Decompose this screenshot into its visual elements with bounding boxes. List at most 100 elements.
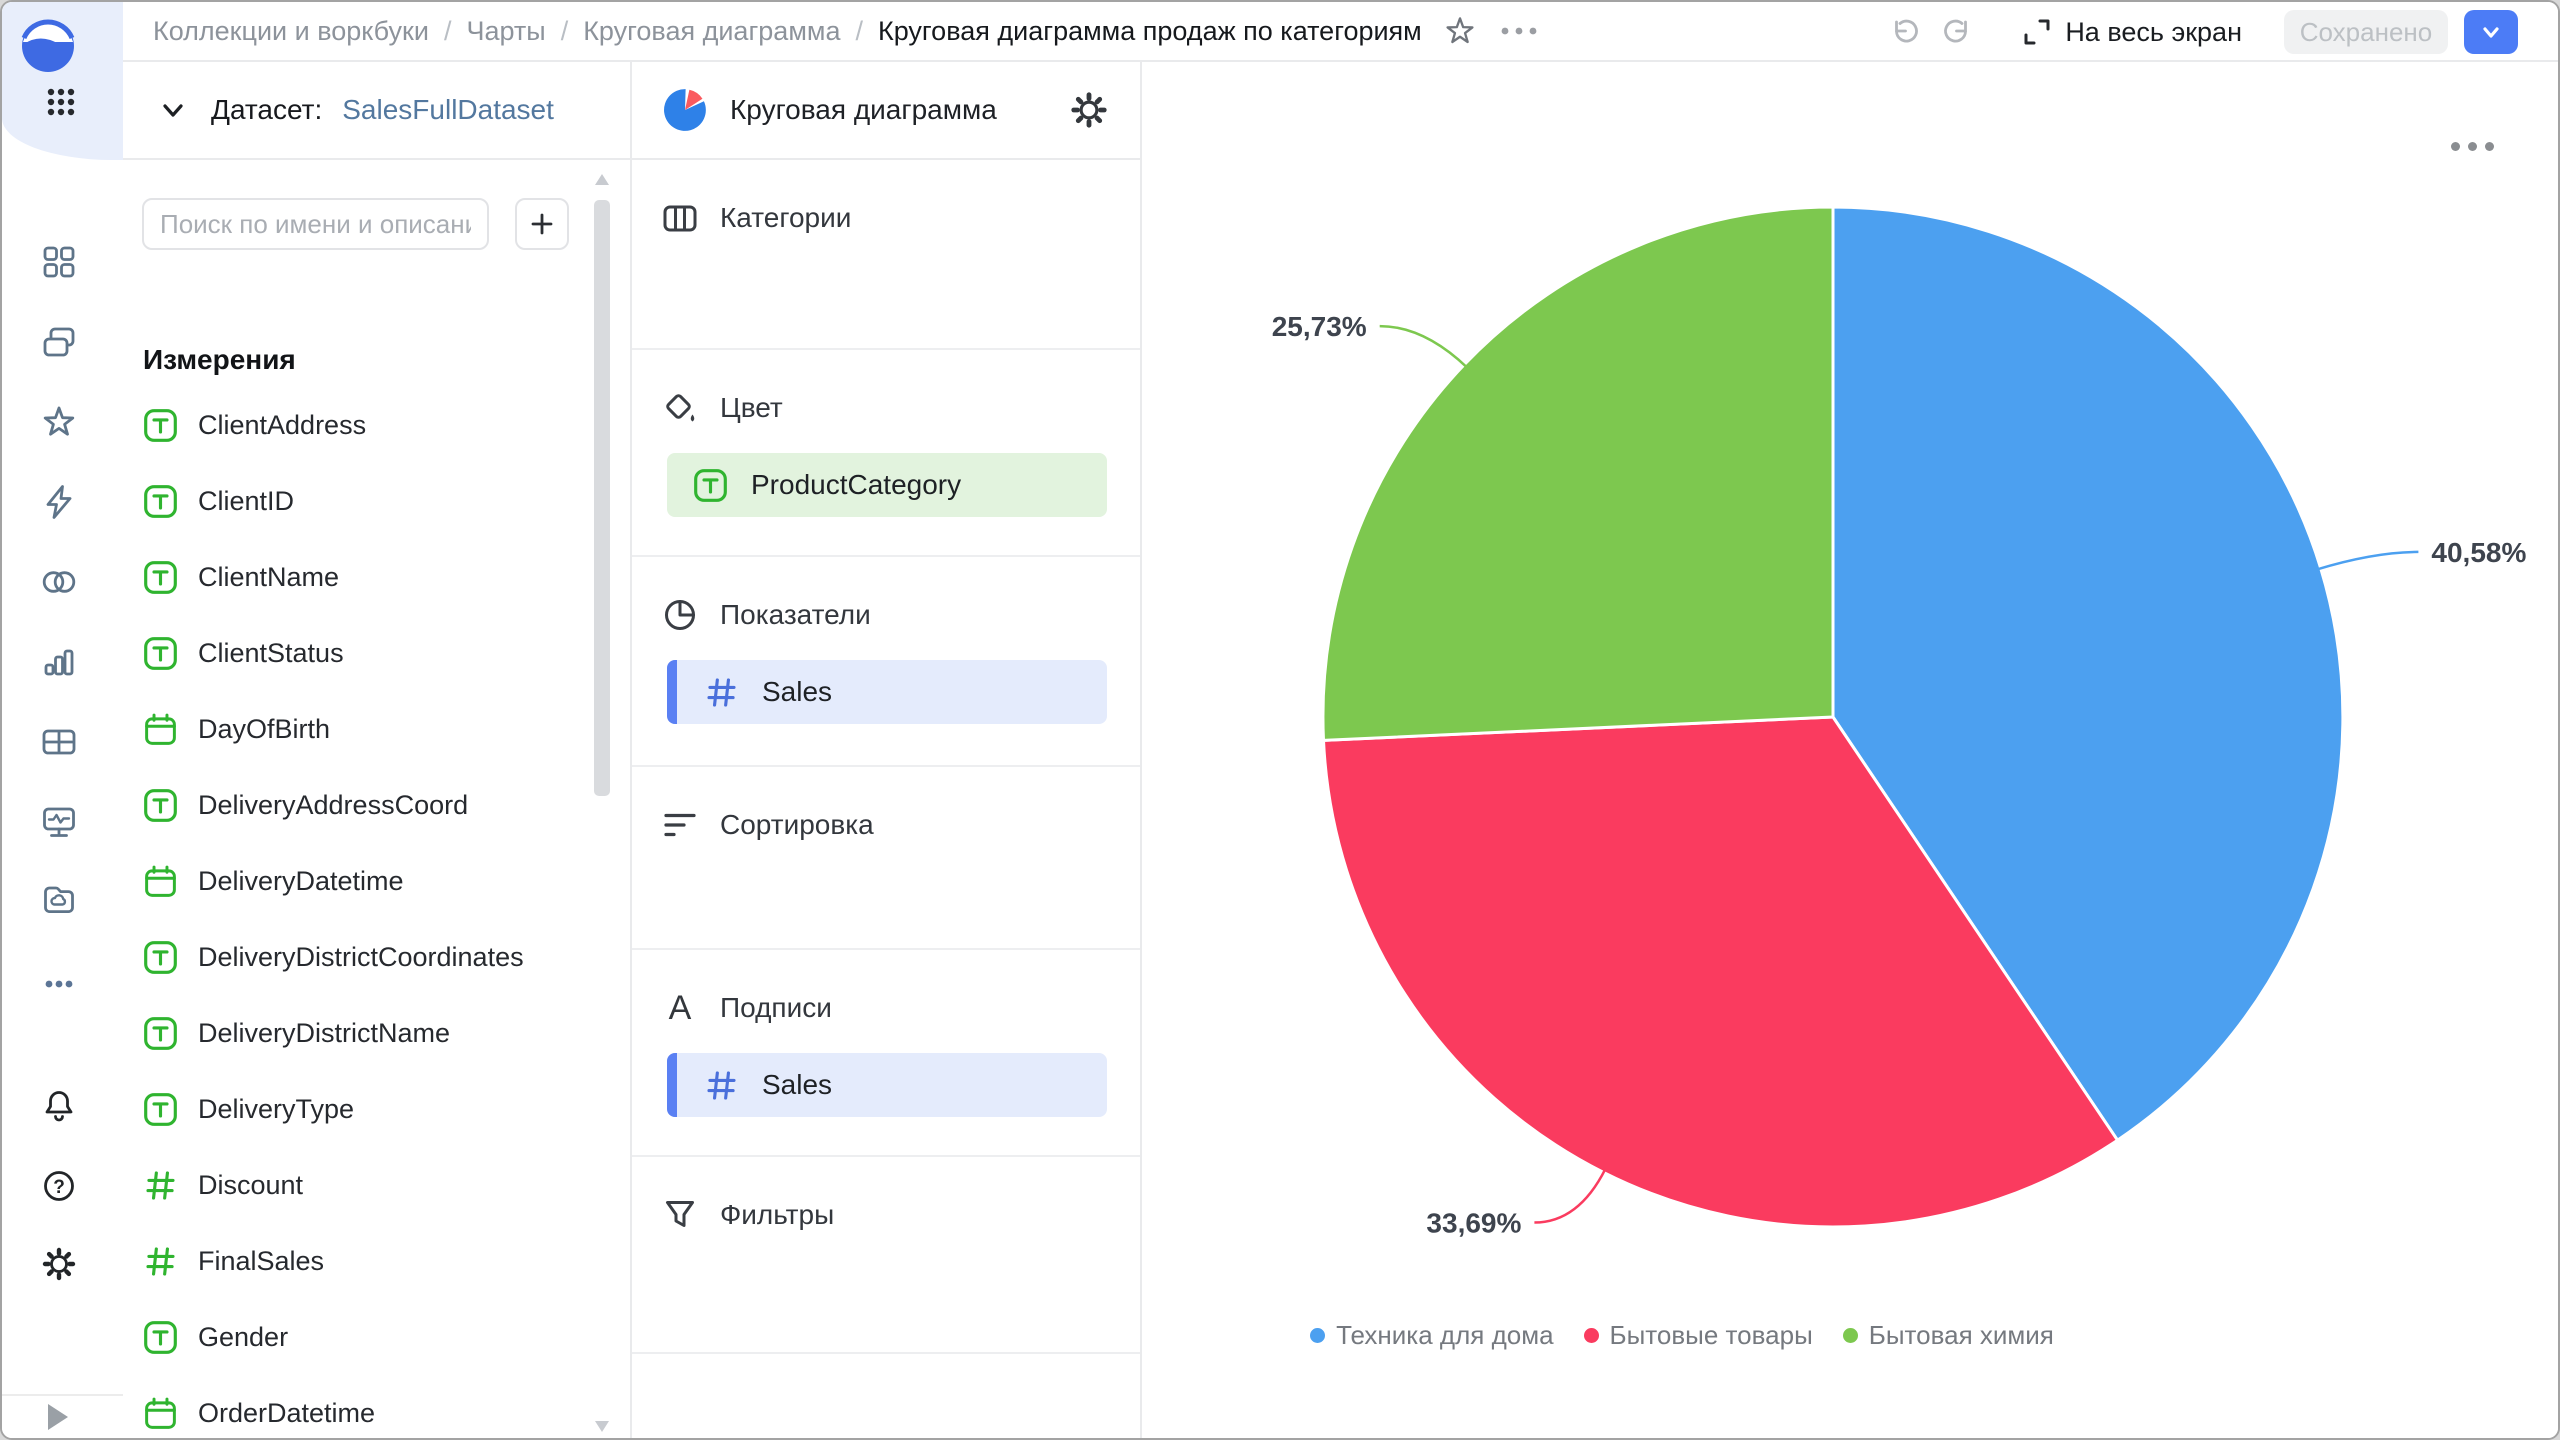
field-row[interactable]: DayOfBirth — [123, 691, 590, 767]
dataset-name-link[interactable]: SalesFullDataset — [342, 94, 554, 126]
notifications-bell-icon[interactable] — [39, 1086, 79, 1126]
dimensions-title: Измерения — [143, 344, 296, 376]
pie-chart: 40,58%33,69%25,73% — [1142, 62, 2560, 1440]
pie-chart-type-icon[interactable] — [662, 87, 708, 133]
field-name: Discount — [198, 1170, 303, 1201]
legend-item[interactable]: Бытовая химия — [1843, 1320, 2054, 1351]
legend-item[interactable]: Бытовые товары — [1584, 1320, 1813, 1351]
section-sort[interactable]: Сортировка — [632, 767, 1140, 950]
field-row[interactable]: DeliveryDistrictCoordinates — [123, 919, 590, 995]
number-field-icon — [703, 674, 740, 711]
rail-widgets-icon[interactable] — [39, 242, 79, 282]
help-icon[interactable]: ? — [39, 1166, 79, 1206]
undo-icon[interactable] — [1885, 14, 1921, 50]
scroll-up-icon[interactable] — [595, 174, 609, 185]
dataset-collapse-icon[interactable] — [157, 94, 189, 126]
section-filters[interactable]: Фильтры — [632, 1157, 1140, 1354]
rail-storage-icon[interactable] — [39, 880, 79, 920]
field-name: ClientStatus — [198, 638, 344, 669]
field-name: DeliveryDistrictName — [198, 1018, 450, 1049]
color-bucket-icon — [660, 388, 700, 428]
rail-favorites-icon[interactable] — [39, 402, 79, 442]
chart-legend: Техника для дома Бытовые товары Бытовая хи… — [1142, 1320, 2222, 1351]
field-search-input[interactable] — [142, 198, 489, 250]
fields-scrollbar[interactable] — [594, 174, 610, 1434]
svg-text:A: A — [669, 989, 692, 1027]
field-row[interactable]: DeliveryDatetime — [123, 843, 590, 919]
string-field-icon — [142, 483, 179, 520]
datalens-logo-icon[interactable] — [16, 14, 80, 78]
string-field-icon — [142, 1015, 179, 1052]
rail-quick-actions-icon[interactable] — [39, 482, 79, 522]
string-field-icon — [142, 1091, 179, 1128]
section-labels[interactable]: A Подписи Sales — [632, 950, 1140, 1157]
field-name: OrderDatetime — [198, 1398, 375, 1429]
measure-field-chip[interactable]: Sales — [667, 660, 1107, 724]
breadcrumb-more-icon[interactable] — [1498, 25, 1540, 37]
redo-icon[interactable] — [1941, 14, 1977, 50]
settings-gear-icon[interactable] — [39, 1244, 79, 1284]
fullscreen-icon[interactable] — [2019, 14, 2055, 50]
legend-marker — [1584, 1328, 1599, 1343]
field-row[interactable]: Gender — [123, 1299, 590, 1375]
rail-expand-icon[interactable] — [48, 1404, 68, 1430]
breadcrumb-separator: / — [855, 16, 863, 47]
field-name: FinalSales — [198, 1246, 324, 1277]
date-field-icon — [142, 863, 179, 900]
field-name: DeliveryDatetime — [198, 866, 404, 897]
rail-divider — [2, 1394, 123, 1396]
favorite-star-icon[interactable] — [1442, 13, 1478, 49]
breadcrumb-item[interactable]: Круговая диаграмма продаж по категориям — [878, 16, 1422, 47]
fullscreen-label[interactable]: На весь экран — [2065, 17, 2242, 48]
field-row[interactable]: ClientStatus — [123, 615, 590, 691]
apps-grid-icon[interactable] — [39, 82, 83, 122]
field-row[interactable]: Discount — [123, 1147, 590, 1223]
field-row[interactable]: DeliveryDistrictName — [123, 995, 590, 1071]
pie-slice[interactable] — [1323, 207, 1833, 740]
section-categories[interactable]: Категории — [632, 160, 1140, 350]
legend-label: Бытовая химия — [1869, 1320, 2054, 1351]
string-field-icon — [142, 939, 179, 976]
legend-marker — [1843, 1328, 1858, 1343]
field-name: Gender — [198, 1322, 288, 1353]
breadcrumb-separator: / — [561, 16, 569, 47]
field-row[interactable]: ClientID — [123, 463, 590, 539]
field-row[interactable]: FinalSales — [123, 1223, 590, 1299]
pie-percent-label: 25,73% — [1272, 311, 1367, 342]
string-field-icon — [142, 559, 179, 596]
rail-tables-icon[interactable] — [39, 722, 79, 762]
scroll-down-icon[interactable] — [595, 1421, 609, 1432]
field-name: DayOfBirth — [198, 714, 330, 745]
filters-funnel-icon — [660, 1195, 700, 1235]
scrollbar-thumb[interactable] — [594, 200, 610, 796]
section-measures[interactable]: Показатели Sales — [632, 557, 1140, 767]
rail-charts-icon[interactable] — [39, 642, 79, 682]
field-row[interactable]: ClientAddress — [123, 387, 590, 463]
app-window: Коллекции и воркбуки / Чарты / Круговая диаг… — [0, 0, 2560, 1440]
dataset-label: Датасет: — [211, 94, 322, 126]
field-row[interactable]: DeliveryType — [123, 1071, 590, 1147]
add-field-button[interactable] — [515, 198, 569, 250]
pie-percent-label: 33,69% — [1426, 1208, 1521, 1239]
saved-button[interactable]: Сохранено — [2284, 10, 2448, 54]
field-row[interactable]: ClientName — [123, 539, 590, 615]
field-row[interactable]: OrderDatetime — [123, 1375, 590, 1438]
chart-settings-gear-icon[interactable] — [1068, 89, 1110, 131]
labels-field-chip[interactable]: Sales — [667, 1053, 1107, 1117]
breadcrumb-item[interactable]: Коллекции и воркбуки — [153, 16, 429, 47]
breadcrumb-item[interactable]: Круговая диаграмма — [583, 16, 840, 47]
filters-label: Фильтры — [720, 1199, 834, 1231]
rail-dashboards-icon[interactable] — [39, 802, 79, 842]
section-color[interactable]: Цвет ProductCategory — [632, 350, 1140, 557]
measures-icon — [660, 595, 700, 635]
field-row[interactable]: DeliveryAddressCoord — [123, 767, 590, 843]
chart-type-title[interactable]: Круговая диаграмма — [730, 94, 1046, 126]
rail-collections-icon[interactable] — [39, 322, 79, 362]
breadcrumb-item[interactable]: Чарты — [466, 16, 545, 47]
save-menu-button[interactable] — [2464, 10, 2518, 54]
color-field-chip[interactable]: ProductCategory — [667, 453, 1107, 517]
rail-more-icon[interactable] — [39, 964, 79, 1004]
legend-label: Бытовые товары — [1610, 1320, 1813, 1351]
rail-datasets-icon[interactable] — [39, 562, 79, 602]
legend-item[interactable]: Техника для дома — [1310, 1320, 1553, 1351]
